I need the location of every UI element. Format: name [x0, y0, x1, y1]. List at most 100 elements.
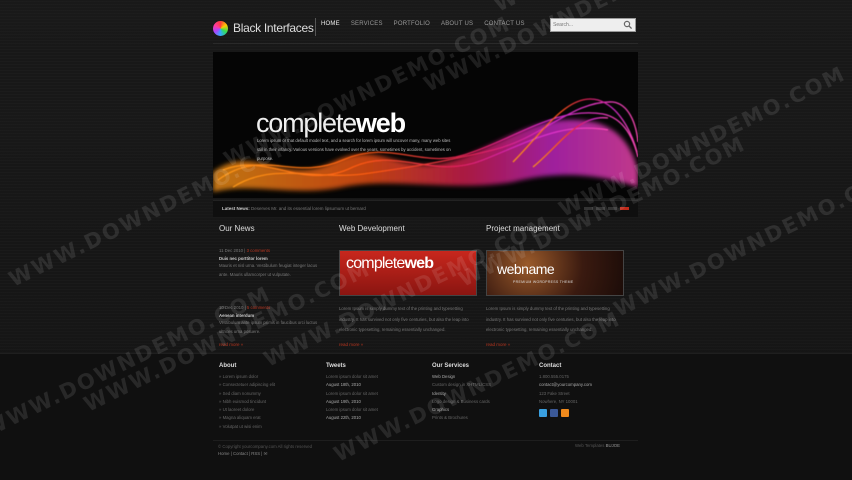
- slider-dot-1[interactable]: [584, 207, 593, 210]
- banner-text: Lorem ipsum or that default model text, …: [257, 138, 451, 161]
- main-nav: HOME SERVICES PORTFOLIO ABOUT US CONTACT…: [321, 21, 525, 27]
- footer-links[interactable]: Home | Contact | RSS | ✉: [218, 450, 312, 457]
- nav-contact-us[interactable]: CONTACT US: [484, 21, 524, 27]
- credit-label: Web Templates: [575, 443, 605, 448]
- social-icons: [539, 409, 592, 418]
- webdev-read-more[interactable]: read more »: [339, 342, 363, 347]
- news-column: Our News 11 Dec 2010 | 3 comments Duis n…: [219, 224, 319, 347]
- footer-about: About » Lorem ipsum dolor » Consectetuer…: [219, 363, 275, 431]
- template-credit: Web Templates BUJOE: [575, 443, 620, 448]
- news-ticker: Latest News: Deserves Mr. and its essent…: [213, 200, 638, 217]
- news-comments-link[interactable]: 3 comments: [247, 248, 270, 253]
- credit-link[interactable]: BUJOE: [606, 443, 620, 448]
- webdev-thumbnail-light: complete: [346, 255, 405, 272]
- nav-services[interactable]: SERVICES: [351, 21, 383, 27]
- nav-divider: [315, 18, 316, 36]
- page: Black Interfaces HOME SERVICES PORTFOLIO…: [0, 0, 852, 480]
- service-desc: Prints & Brochures: [432, 415, 468, 421]
- news-date-text: 11 Dec 2010: [219, 248, 244, 253]
- webdev-thumbnail-text: completeweb: [346, 255, 435, 273]
- banner-title-light: complete: [256, 108, 357, 138]
- project-column: Project management webname PREMIUM WORDP…: [486, 224, 626, 347]
- news-heading: Our News: [219, 224, 255, 233]
- news-read-more[interactable]: read more »: [219, 342, 243, 347]
- footer-tweets: Tweets Lorem ipsum dolor sit amet August…: [326, 363, 378, 423]
- tweet-date: August 19th, 2010: [326, 398, 361, 404]
- news-title[interactable]: Aenean interdum: [219, 313, 254, 318]
- footer-contact-heading: Contact: [539, 363, 562, 369]
- slider-dot-3[interactable]: [608, 207, 617, 210]
- ticker-label: Latest News:: [222, 206, 250, 211]
- webdev-column: Web Development completeweb Lorem Ipsum …: [339, 224, 479, 347]
- footer-about-heading: About: [219, 363, 237, 369]
- footer-about-link[interactable]: » Nibh euismod tincidunt: [219, 398, 275, 406]
- contact-address: 123 Fake Street: [539, 390, 570, 396]
- news-date-text: 10 Dec 2010: [219, 305, 244, 310]
- footer-about-link[interactable]: » Lorem ipsum dolor: [219, 373, 275, 381]
- ticker-text: Latest News: Deserves Mr. and its essent…: [222, 206, 366, 211]
- news-date: 10 Dec 2010 | 5 comments: [219, 305, 271, 310]
- project-thumbnail[interactable]: webname PREMIUM WORDPRESS THEME: [486, 250, 624, 296]
- tweet-text[interactable]: Lorem ipsum dolor sit amet: [326, 373, 378, 381]
- news-body: Vestibulum ante ipsum primis in faucibus…: [219, 320, 318, 334]
- logo[interactable]: Black Interfaces: [213, 18, 314, 38]
- nav-portfolio[interactable]: PORTFOLIO: [394, 21, 430, 27]
- webdev-thumbnail[interactable]: completeweb: [339, 250, 477, 296]
- twitter-icon[interactable]: [539, 409, 547, 418]
- search-input[interactable]: [553, 20, 619, 30]
- project-heading: Project management: [486, 224, 560, 233]
- header: Black Interfaces HOME SERVICES PORTFOLIO…: [213, 12, 638, 42]
- search-icon[interactable]: [623, 20, 633, 30]
- copyright: © Copyright yourcompany.com All rights r…: [218, 443, 312, 457]
- webdev-thumbnail-bold: web: [404, 255, 435, 272]
- news-date: 11 Dec 2010 | 3 comments: [219, 248, 270, 253]
- service-title: Graphics: [432, 407, 450, 413]
- banner-title: completeweb: [256, 108, 406, 139]
- slider-dot-2[interactable]: [596, 207, 605, 210]
- news-comments-link[interactable]: 5 comments: [247, 305, 270, 310]
- tweet-date: August 18th, 2010: [326, 382, 361, 388]
- project-thumbnail-text: webname: [497, 261, 555, 277]
- footer-about-link[interactable]: » Consectetuer adipiscing elit: [219, 381, 275, 389]
- footer-about-link[interactable]: » Volutpat ut wisi enim: [219, 423, 275, 431]
- footer-tweets-heading: Tweets: [326, 363, 346, 369]
- footer-about-link[interactable]: » Magna aliquam erat: [219, 414, 275, 422]
- facebook-icon[interactable]: [550, 409, 558, 418]
- logo-icon: [213, 20, 228, 36]
- banner-title-bold: web: [355, 108, 406, 138]
- webdev-heading: Web Development: [339, 224, 405, 233]
- webdev-body: Lorem Ipsum is simply dummy text of the …: [339, 306, 469, 332]
- service-desc: Custom design in XHTML/CSS: [432, 382, 491, 388]
- contact-city: Nowhere, NY 10001: [539, 398, 578, 404]
- nav-about-us[interactable]: ABOUT US: [441, 21, 473, 27]
- footer-about-link[interactable]: » Ut laoreet dolore: [219, 406, 275, 414]
- ticker-message[interactable]: Deserves Mr. and its essential lorem lip…: [251, 206, 366, 211]
- rss-icon[interactable]: [561, 409, 569, 418]
- footer-services-heading: Our Services: [432, 363, 470, 369]
- news-title[interactable]: Duis nec porttitor lorem: [219, 256, 268, 261]
- hero-banner: completeweb Lorem ipsum or that default …: [213, 52, 638, 198]
- slider-pager: [584, 207, 629, 210]
- project-thumbnail-subtitle: PREMIUM WORDPRESS THEME: [513, 280, 574, 284]
- service-title: Web Design: [432, 374, 456, 379]
- tweet-date: August 22th, 2010: [326, 415, 361, 421]
- nav-home[interactable]: HOME: [321, 21, 340, 27]
- logo-text: Black Interfaces: [233, 21, 314, 35]
- search-box: [550, 18, 636, 32]
- slider-dot-4[interactable]: [620, 207, 629, 210]
- footer: About » Lorem ipsum dolor » Consectetuer…: [0, 353, 852, 480]
- service-desc: Logo design & Business cards: [432, 398, 490, 404]
- news-body: Mauris et nisl urna. Vestibulum feugiat …: [219, 263, 318, 277]
- footer-contact: Contact 1.800.555.0175 contact@yourcompa…: [539, 363, 592, 418]
- project-body: Lorem Ipsum is simply dummy text of the …: [486, 306, 616, 332]
- copyright-text: © Copyright yourcompany.com All rights r…: [218, 444, 313, 449]
- contact-email[interactable]: contact@yourcompany.com: [539, 381, 592, 389]
- footer-about-link[interactable]: » Sed diam nonummy: [219, 390, 275, 398]
- header-divider: [213, 43, 638, 44]
- project-read-more[interactable]: read more »: [486, 342, 510, 347]
- footer-divider: [213, 440, 638, 441]
- tweet-text[interactable]: Lorem ipsum dolor sit amet: [326, 406, 378, 414]
- tweet-text[interactable]: Lorem ipsum dolor sit amet: [326, 390, 378, 398]
- service-title: Identity: [432, 390, 446, 396]
- watermark: WWW.DOWNDEMO.COM: [610, 161, 852, 322]
